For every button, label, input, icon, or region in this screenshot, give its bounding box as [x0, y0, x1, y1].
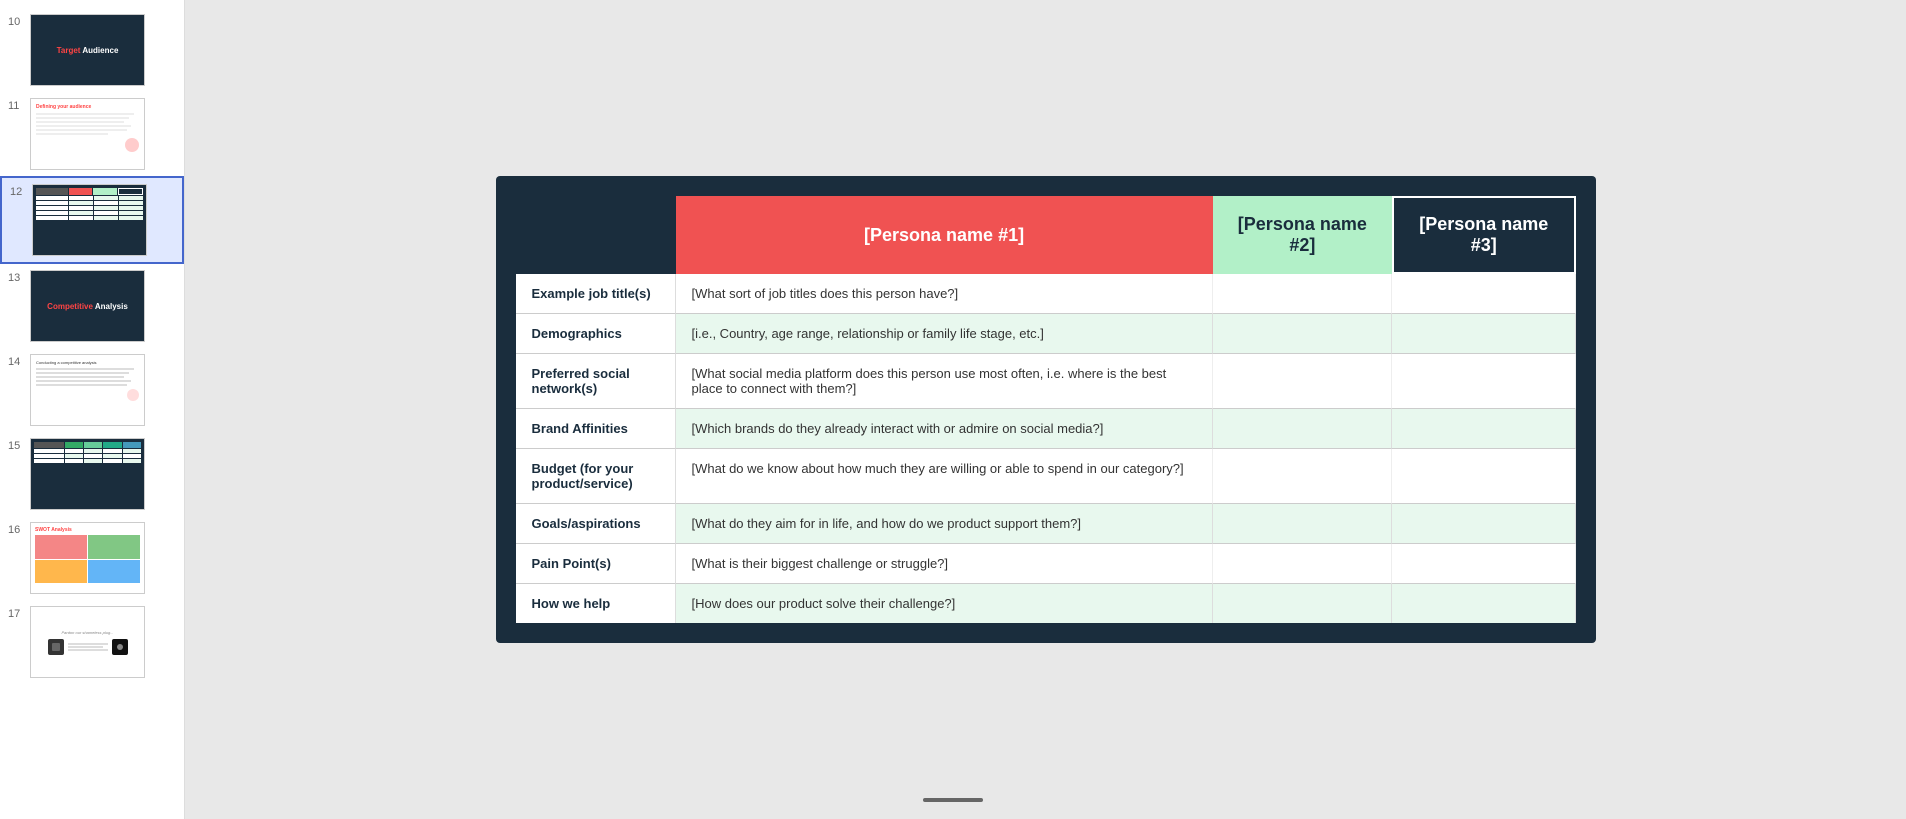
cell-pain-p3 — [1392, 544, 1575, 584]
slide-indicator — [923, 779, 983, 807]
cell-brand-p1: [Which brands do they already interact w… — [676, 409, 1213, 449]
row-label-pain-points: Pain Point(s) — [516, 544, 676, 584]
cell-pain-p1: [What is their biggest challenge or stru… — [676, 544, 1213, 584]
slide-thumbnail-16: SWOT Analysis — [30, 522, 145, 594]
indicator-bar — [923, 798, 983, 802]
cell-brand-p2 — [1213, 409, 1392, 449]
persona1-header: [Persona name #1] — [676, 196, 1213, 274]
row-label-social-network: Preferred social network(s) — [516, 354, 676, 409]
slide-item-13[interactable]: 13 Competitive Analysis — [0, 264, 184, 348]
slide-panel: 10 Target Audience 11 Defining your audi… — [0, 0, 185, 819]
cell-job-title-p3 — [1392, 274, 1575, 314]
table-row: Goals/aspirations [What do they aim for … — [516, 504, 1576, 544]
persona-comparison-table: [Persona name #1] [Persona name #2] [Per… — [516, 196, 1576, 623]
slide-thumbnail-15 — [30, 438, 145, 510]
persona-table-container: [Persona name #1] [Persona name #2] [Per… — [496, 176, 1596, 643]
cell-brand-p3 — [1392, 409, 1575, 449]
table-row: Preferred social network(s) [What social… — [516, 354, 1576, 409]
row-label-job-title: Example job title(s) — [516, 274, 676, 314]
slide-number-17: 17 — [8, 606, 24, 620]
slide-number-10: 10 — [8, 14, 24, 28]
slide-number-11: 11 — [8, 98, 24, 112]
slide-number-13: 13 — [8, 270, 24, 284]
slide-item-14[interactable]: 14 Conducting a competitive analysis — [0, 348, 184, 432]
slide-thumbnail-17: Pardon our shameless plug... — [30, 606, 145, 678]
cell-help-p2 — [1213, 584, 1392, 623]
table-row: Demographics [i.e., Country, age range, … — [516, 314, 1576, 354]
slide-number-14: 14 — [8, 354, 24, 368]
cell-goals-p3 — [1392, 504, 1575, 544]
cell-help-p3 — [1392, 584, 1575, 623]
cell-pain-p2 — [1213, 544, 1392, 584]
slide-item-15[interactable]: 15 — [0, 432, 184, 516]
slide-thumbnail-13: Competitive Analysis — [30, 270, 145, 342]
table-row: Budget (for your product/service) [What … — [516, 449, 1576, 504]
cell-social-p1: [What social media platform does this pe… — [676, 354, 1213, 409]
slide-number-12: 12 — [10, 184, 26, 198]
slide-item-10[interactable]: 10 Target Audience — [0, 8, 184, 92]
cell-social-p3 — [1392, 354, 1575, 409]
slide-thumbnail-12 — [32, 184, 147, 256]
slide-thumbnail-14: Conducting a competitive analysis — [30, 354, 145, 426]
cell-budget-p2 — [1213, 449, 1392, 504]
row-label-demographics: Demographics — [516, 314, 676, 354]
slide-number-16: 16 — [8, 522, 24, 536]
cell-demographics-p1: [i.e., Country, age range, relationship … — [676, 314, 1213, 354]
slide-thumbnail-10: Target Audience — [30, 14, 145, 86]
slide-item-17[interactable]: 17 Pardon our shameless plug... — [0, 600, 184, 684]
slide-item-16[interactable]: 16 SWOT Analysis — [0, 516, 184, 600]
row-label-brand-affinities: Brand Affinities — [516, 409, 676, 449]
table-row: Brand Affinities [Which brands do they a… — [516, 409, 1576, 449]
cell-social-p2 — [1213, 354, 1392, 409]
cell-goals-p2 — [1213, 504, 1392, 544]
cell-help-p1: [How does our product solve their challe… — [676, 584, 1213, 623]
cell-goals-p1: [What do they aim for in life, and how d… — [676, 504, 1213, 544]
cell-job-title-p1: [What sort of job titles does this perso… — [676, 274, 1213, 314]
header-empty-cell — [516, 196, 676, 274]
cell-budget-p3 — [1392, 449, 1575, 504]
row-label-budget: Budget (for your product/service) — [516, 449, 676, 504]
table-row: Example job title(s) [What sort of job t… — [516, 274, 1576, 314]
slide-item-12[interactable]: 12 — [0, 176, 184, 264]
cell-demographics-p2 — [1213, 314, 1392, 354]
main-slide-area: [Persona name #1] [Persona name #2] [Per… — [185, 0, 1906, 819]
cell-job-title-p2 — [1213, 274, 1392, 314]
slide-number-15: 15 — [8, 438, 24, 452]
slide-thumbnail-11: Defining your audience — [30, 98, 145, 170]
table-row: How we help [How does our product solve … — [516, 584, 1576, 623]
cell-budget-p1: [What do we know about how much they are… — [676, 449, 1213, 504]
slide-item-11[interactable]: 11 Defining your audience — [0, 92, 184, 176]
cell-demographics-p3 — [1392, 314, 1575, 354]
persona3-header: [Persona name #3] — [1392, 196, 1575, 274]
table-row: Pain Point(s) [What is their biggest cha… — [516, 544, 1576, 584]
row-label-how-we-help: How we help — [516, 584, 676, 623]
persona2-header: [Persona name #2] — [1213, 196, 1392, 274]
row-label-goals: Goals/aspirations — [516, 504, 676, 544]
